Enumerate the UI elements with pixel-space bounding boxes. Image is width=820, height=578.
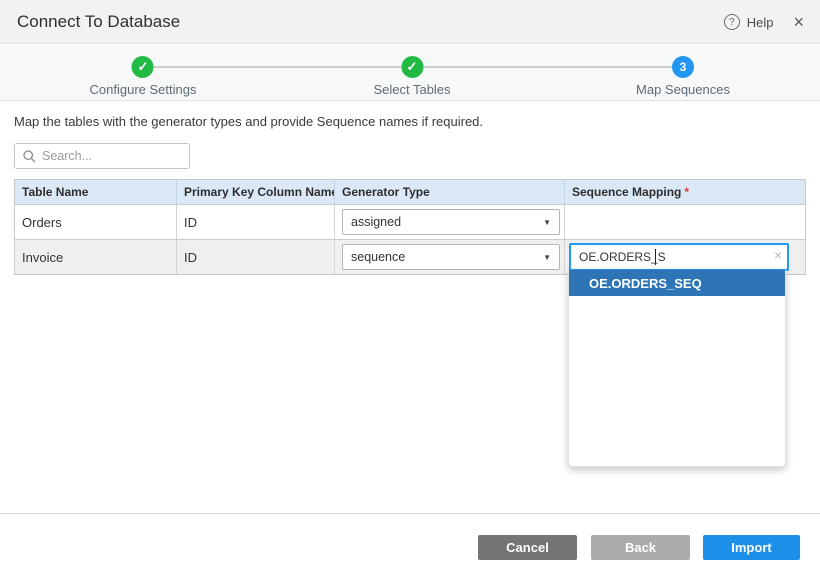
cell-generator-type: sequence ▼: [334, 240, 564, 274]
generator-type-select[interactable]: assigned ▼: [342, 209, 560, 235]
instruction-text: Map the tables with the generator types …: [14, 114, 483, 129]
text-cursor: [655, 249, 656, 265]
help-icon-glyph: ?: [729, 17, 735, 28]
search-input[interactable]: [42, 149, 172, 163]
table-row-orders: Orders ID assigned ▼: [15, 204, 805, 239]
sequence-mapping-field: ×: [569, 243, 789, 271]
step-select-tables[interactable]: ✓ Select Tables: [373, 45, 450, 97]
cell-table-name: Invoice: [15, 240, 176, 274]
clear-icon[interactable]: ×: [774, 248, 782, 262]
search-icon: [23, 150, 36, 163]
column-header-primary-key: Primary Key Column Name: [176, 180, 334, 204]
cell-primary-key: ID: [176, 205, 334, 239]
selected-generator-type: assigned: [351, 215, 401, 229]
selected-generator-type: sequence: [351, 250, 405, 264]
search-box: [14, 143, 190, 169]
close-icon[interactable]: ×: [793, 13, 804, 31]
step1-label: Configure Settings: [90, 82, 197, 97]
back-button[interactable]: Back: [591, 535, 690, 560]
dropdown-arrow-icon: ▼: [543, 253, 551, 262]
autocomplete-option[interactable]: OE.ORDERS_SEQ: [569, 270, 785, 296]
check-icon: ✓: [138, 59, 149, 75]
sequence-mapping-header-label: Sequence Mapping: [572, 185, 681, 199]
import-button[interactable]: Import: [703, 535, 800, 560]
column-header-table-name: Table Name: [15, 180, 176, 204]
step1-complete-badge: ✓: [132, 56, 154, 78]
help-icon[interactable]: ?: [724, 14, 740, 30]
table-row-invoice: Invoice ID sequence ▼ ×: [15, 239, 805, 274]
sequence-mapping-table: Table Name Primary Key Column Name Gener…: [14, 179, 806, 275]
dialog-titlebar: Connect To Database ? Help ×: [0, 0, 820, 44]
step2-label: Select Tables: [373, 82, 450, 97]
generator-type-select[interactable]: sequence ▼: [342, 244, 560, 270]
cell-sequence-mapping: [564, 205, 807, 239]
table-header-row: Table Name Primary Key Column Name Gener…: [15, 180, 805, 204]
check-icon: ✓: [407, 59, 418, 75]
column-header-sequence-mapping: Sequence Mapping *: [564, 180, 807, 204]
step-configure-settings[interactable]: ✓ Configure Settings: [90, 45, 197, 97]
sequence-suggestion-dropdown: OE.ORDERS_SEQ: [568, 270, 786, 467]
dropdown-arrow-icon: ▼: [543, 218, 551, 227]
help-link[interactable]: Help: [747, 15, 774, 30]
step-map-sequences[interactable]: 3 Map Sequences: [636, 45, 730, 97]
cell-sequence-mapping: ×: [564, 240, 807, 274]
footer-divider: [0, 513, 820, 514]
connect-to-database-dialog: Connect To Database ? Help × ✓ Configure…: [0, 0, 820, 578]
sequence-mapping-input[interactable]: [569, 243, 789, 271]
step3-number: 3: [680, 60, 687, 74]
wizard-stepper: ✓ Configure Settings ✓ Select Tables 3 M…: [0, 45, 820, 101]
required-asterisk: *: [684, 185, 689, 199]
cell-generator-type: assigned ▼: [334, 205, 564, 239]
titlebar-actions: ? Help ×: [724, 0, 804, 44]
dialog-title: Connect To Database: [17, 12, 180, 32]
cancel-button[interactable]: Cancel: [478, 535, 577, 560]
step2-complete-badge: ✓: [401, 56, 423, 78]
step3-label: Map Sequences: [636, 82, 730, 97]
cell-table-name: Orders: [15, 205, 176, 239]
column-header-generator-type: Generator Type: [334, 180, 564, 204]
step3-active-badge: 3: [672, 56, 694, 78]
cell-primary-key: ID: [176, 240, 334, 274]
